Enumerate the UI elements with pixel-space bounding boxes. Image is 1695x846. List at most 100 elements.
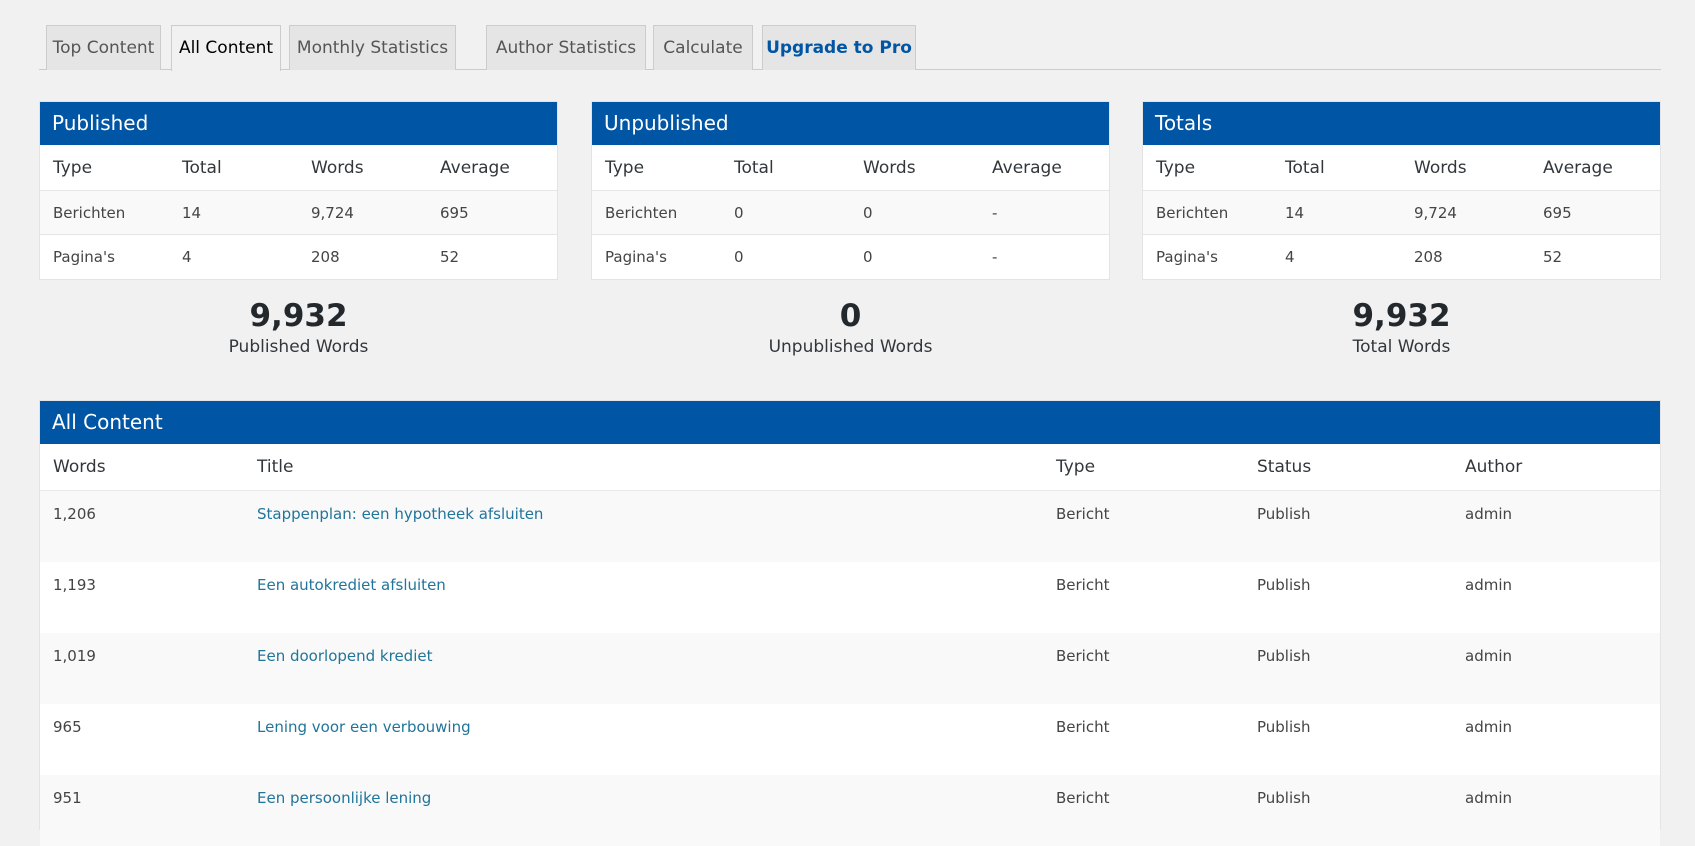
cell: Berichten — [53, 203, 126, 222]
table-row: Berichten 0 0 - — [592, 191, 1109, 235]
tab-calculate[interactable]: Calculate — [653, 25, 753, 70]
big-number-label: Published Words — [228, 337, 369, 357]
cell: Berichten — [1156, 203, 1229, 222]
column-header: Words — [311, 157, 364, 178]
cell: Pagina's — [53, 248, 115, 266]
cell: 0 — [863, 248, 873, 266]
cell: 52 — [1543, 248, 1563, 266]
post-type: Bericht — [1056, 789, 1110, 807]
unpublished-panel: Unpublished Type Total Words Average Ber… — [591, 101, 1110, 280]
column-header: Type — [53, 157, 93, 178]
total-words-total: 9,932 Total Words — [1142, 298, 1661, 357]
post-author: admin — [1465, 718, 1512, 736]
big-number-label: Total Words — [1352, 337, 1451, 357]
cell: 9,724 — [311, 203, 354, 222]
column-header-title[interactable]: Title — [257, 457, 293, 477]
totals-panel: Totals Type Total Words Average Berichte… — [1142, 101, 1661, 280]
word-count: 951 — [53, 789, 82, 807]
post-type: Bericht — [1056, 576, 1110, 594]
column-header: Average — [1543, 157, 1613, 178]
tab-monthly-statistics[interactable]: Monthly Statistics — [289, 25, 456, 70]
column-header: Words — [863, 157, 916, 178]
column-header: Words — [1414, 157, 1467, 178]
table-row: Berichten 14 9,724 695 — [40, 191, 557, 235]
post-status: Publish — [1257, 718, 1311, 736]
table-row: Berichten 14 9,724 695 — [1143, 191, 1660, 235]
column-header: Total — [182, 157, 222, 178]
cell: Pagina's — [1156, 248, 1218, 266]
published-panel: Published Type Total Words Average Beric… — [39, 101, 558, 280]
big-number: 9,932 — [1352, 298, 1451, 334]
table-row: Pagina's 4 208 52 — [1143, 235, 1660, 279]
cell: 4 — [182, 248, 192, 266]
column-header-author[interactable]: Author — [1465, 457, 1522, 477]
table-row: Pagina's 4 208 52 — [40, 235, 557, 279]
word-count: 1,193 — [53, 576, 96, 594]
table-row: 1,206 Stappenplan: een hypotheek afsluit… — [40, 491, 1660, 562]
cell: Pagina's — [605, 248, 667, 266]
table-header-row: Type Total Words Average — [40, 145, 557, 191]
column-header: Average — [440, 157, 510, 178]
word-count: 965 — [53, 718, 82, 736]
post-title-link[interactable]: Stappenplan: een hypotheek afsluiten — [257, 505, 543, 523]
cell: 208 — [1414, 248, 1443, 266]
tab-bar: Top Content All Content Monthly Statisti… — [39, 25, 1661, 71]
unpublished-words-total: 0 Unpublished Words — [591, 298, 1110, 357]
cell: 695 — [1543, 203, 1572, 222]
cell: Berichten — [605, 203, 678, 222]
post-title-link[interactable]: Lening voor een verbouwing — [257, 718, 471, 736]
tab-upgrade-to-pro[interactable]: Upgrade to Pro — [762, 25, 916, 70]
cell: 0 — [734, 248, 744, 266]
column-header: Total — [1285, 157, 1325, 178]
published-words-total: 9,932 Published Words — [39, 298, 558, 357]
panel-title: Totals — [1143, 102, 1660, 145]
cell: 208 — [311, 248, 340, 266]
column-header: Type — [605, 157, 645, 178]
post-type: Bericht — [1056, 647, 1110, 665]
panel-title: Unpublished — [592, 102, 1109, 145]
tab-top-content[interactable]: Top Content — [46, 25, 161, 70]
cell: 4 — [1285, 248, 1295, 266]
cell: - — [992, 248, 998, 266]
table-row: 951 Een persoonlijke lening Bericht Publ… — [40, 775, 1660, 846]
table-row: 1,193 Een autokrediet afsluiten Bericht … — [40, 562, 1660, 633]
table-row: Pagina's 0 0 - — [592, 235, 1109, 279]
post-status: Publish — [1257, 505, 1311, 523]
word-count: 1,206 — [53, 505, 96, 523]
column-header: Total — [734, 157, 774, 178]
post-title-link[interactable]: Een doorlopend krediet — [257, 647, 432, 665]
big-number: 0 — [839, 298, 862, 334]
all-content-panel: All Content Words Title Type Status Auth… — [39, 400, 1661, 846]
panel-title: All Content — [40, 401, 1660, 444]
cell: 14 — [182, 203, 202, 222]
post-type: Bericht — [1056, 505, 1110, 523]
cell: 14 — [1285, 203, 1305, 222]
table-row: 1,019 Een doorlopend krediet Bericht Pub… — [40, 633, 1660, 704]
post-author: admin — [1465, 789, 1512, 807]
post-type: Bericht — [1056, 718, 1110, 736]
big-number: 9,932 — [249, 298, 348, 334]
post-title-link[interactable]: Een persoonlijke lening — [257, 789, 431, 807]
word-count: 1,019 — [53, 647, 96, 665]
cell: 9,724 — [1414, 203, 1457, 222]
column-header-status[interactable]: Status — [1257, 457, 1311, 477]
post-status: Publish — [1257, 576, 1311, 594]
post-status: Publish — [1257, 647, 1311, 665]
table-header-row: Type Total Words Average — [1143, 145, 1660, 191]
cell: 0 — [863, 203, 873, 222]
big-number-label: Unpublished Words — [768, 337, 933, 357]
column-header-type[interactable]: Type — [1056, 457, 1095, 477]
table-header-row: Type Total Words Average — [592, 145, 1109, 191]
table-header-row: Words Title Type Status Author — [40, 444, 1660, 491]
cell: 695 — [440, 203, 469, 222]
panel-title: Published — [40, 102, 557, 145]
column-header-words[interactable]: Words — [53, 457, 106, 477]
tab-all-content[interactable]: All Content — [171, 25, 281, 71]
column-header: Type — [1156, 157, 1196, 178]
post-author: admin — [1465, 576, 1512, 594]
post-author: admin — [1465, 505, 1512, 523]
post-author: admin — [1465, 647, 1512, 665]
post-title-link[interactable]: Een autokrediet afsluiten — [257, 576, 446, 594]
cell: - — [992, 203, 998, 222]
tab-author-statistics[interactable]: Author Statistics — [486, 25, 646, 70]
